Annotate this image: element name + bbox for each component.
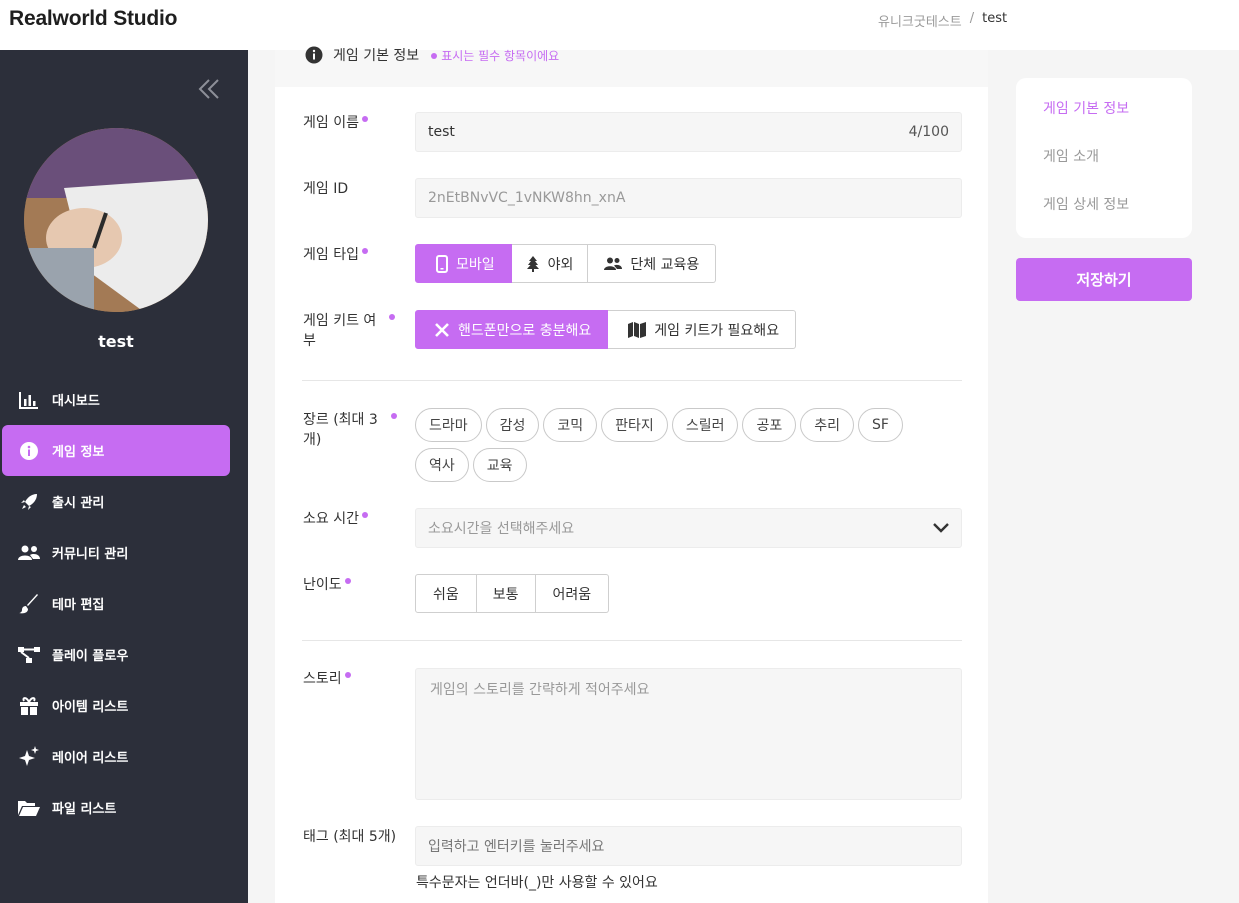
sidebar-item-files[interactable]: 파일 리스트 bbox=[2, 782, 230, 833]
collapse-sidebar-icon[interactable] bbox=[196, 76, 222, 102]
section-divider bbox=[302, 380, 962, 381]
tags-hint: 특수문자는 언더바(_)만 사용할 수 있어요 bbox=[416, 875, 658, 891]
toc-item-details[interactable]: 게임 상세 정보 bbox=[1016, 194, 1192, 242]
game-kit-label: 게임 키트 여 부 bbox=[303, 311, 396, 351]
app-logo[interactable]: Realworld Studio bbox=[9, 7, 178, 31]
game-info-form: 게임 기본 정보 표시는 필수 항목이에요 게임 이름 test 4/100 게… bbox=[275, 46, 988, 903]
sidebar-item-label: 게임 정보 bbox=[52, 445, 105, 460]
save-button[interactable]: 저장하기 bbox=[1016, 258, 1192, 301]
game-name-input[interactable]: test 4/100 bbox=[415, 112, 962, 152]
users-icon bbox=[604, 257, 623, 271]
sparkles-icon bbox=[18, 745, 40, 768]
users-icon bbox=[18, 542, 40, 564]
game-name-value: test bbox=[428, 124, 455, 140]
smartphone-icon bbox=[436, 254, 448, 273]
game-id-value: 2nEtBNvVC_1vNKW8hn_xnA bbox=[428, 190, 626, 206]
sidebar-item-label: 파일 리스트 bbox=[52, 802, 117, 817]
genre-chip-list: 드라마 감성 코믹 판타지 스릴러 공포 추리 SF 역사 교육 bbox=[415, 408, 955, 482]
game-kit-selector: 핸드폰만으로 충분해요 게임 키트가 필요해요 bbox=[415, 310, 797, 349]
gift-icon bbox=[18, 695, 40, 717]
sidebar-item-label: 플레이 플로우 bbox=[52, 649, 129, 664]
kit-option-kit-required[interactable]: 게임 키트가 필요해요 bbox=[608, 310, 797, 349]
chevron-down-icon bbox=[933, 523, 949, 533]
top-bar: Realworld Studio 유니크굿테스트 / test bbox=[0, 0, 1239, 50]
sidebar-nav: 대시보드 게임 정보 출시 관리 커뮤니티 관리 테마 편집 플레이 플로우 아… bbox=[2, 374, 230, 833]
sidebar-item-label: 대시보드 bbox=[52, 394, 100, 409]
sidebar-item-game-info[interactable]: 게임 정보 bbox=[2, 425, 230, 476]
genre-chip[interactable]: 감성 bbox=[485, 408, 540, 442]
breadcrumb: 유니크굿테스트 / test bbox=[878, 11, 1007, 30]
breadcrumb-current: test bbox=[982, 11, 1008, 26]
sidebar-item-items[interactable]: 아이템 리스트 bbox=[2, 680, 230, 731]
difficulty-option-easy[interactable]: 쉬움 bbox=[415, 574, 477, 613]
section-divider bbox=[302, 640, 962, 641]
difficulty-label: 난이도 bbox=[303, 575, 351, 595]
type-option-outdoor[interactable]: 야외 bbox=[511, 244, 589, 283]
toc-item-basic-info[interactable]: 게임 기본 정보 bbox=[1016, 98, 1192, 146]
sidebar-item-community[interactable]: 커뮤니티 관리 bbox=[2, 527, 230, 578]
genre-chip[interactable]: 코믹 bbox=[543, 408, 598, 442]
close-icon bbox=[434, 322, 450, 338]
genre-chip[interactable]: 스릴러 bbox=[671, 408, 739, 442]
sidebar-item-label: 아이템 리스트 bbox=[52, 700, 129, 715]
sidebar-item-release[interactable]: 출시 관리 bbox=[2, 476, 230, 527]
info-circle-icon bbox=[18, 440, 40, 462]
game-id-label: 게임 ID bbox=[303, 181, 349, 197]
duration-select[interactable]: 소요시간을 선택해주세요 bbox=[415, 508, 962, 548]
breadcrumb-parent[interactable]: 유니크굿테스트 bbox=[878, 11, 962, 30]
paintbrush-icon bbox=[18, 593, 40, 615]
tags-label: 태그 (최대 5개) bbox=[303, 829, 397, 845]
sidebar-item-layers[interactable]: 레이어 리스트 bbox=[2, 731, 230, 782]
sidebar-item-label: 레이어 리스트 bbox=[52, 751, 129, 766]
tags-placeholder: 입력하고 엔터키를 눌러주세요 bbox=[428, 839, 605, 855]
sidebar-item-label: 테마 편집 bbox=[52, 598, 105, 613]
section-title: 게임 기본 정보 bbox=[333, 48, 420, 64]
sidebar: test 대시보드 게임 정보 출시 관리 커뮤니티 관리 테마 편집 플레이 … bbox=[0, 50, 248, 903]
duration-placeholder: 소요시간을 선택해주세요 bbox=[428, 521, 575, 537]
toc-item-introduction[interactable]: 게임 소개 bbox=[1016, 146, 1192, 194]
game-type-selector: 모바일 야외 단체 교육용 bbox=[415, 244, 717, 283]
genre-chip[interactable]: 교육 bbox=[472, 448, 527, 482]
game-id-field: 2nEtBNvVC_1vNKW8hn_xnA bbox=[415, 178, 962, 218]
game-name-label: 게임 이름 bbox=[303, 113, 368, 133]
duration-label: 소요 시간 bbox=[303, 509, 368, 529]
genre-chip[interactable]: 드라마 bbox=[415, 408, 482, 442]
username: test bbox=[98, 332, 134, 351]
breadcrumb-separator: / bbox=[969, 11, 975, 26]
flow-icon bbox=[18, 644, 40, 666]
rocket-icon bbox=[18, 491, 40, 513]
avatar bbox=[24, 128, 208, 312]
genre-chip[interactable]: SF bbox=[857, 408, 903, 442]
sidebar-item-dashboard[interactable]: 대시보드 bbox=[2, 374, 230, 425]
tags-input[interactable]: 입력하고 엔터키를 눌러주세요 bbox=[415, 826, 962, 866]
difficulty-option-normal[interactable]: 보통 bbox=[476, 574, 536, 613]
section-header: 게임 기본 정보 표시는 필수 항목이에요 bbox=[275, 46, 988, 87]
section-toc: 게임 기본 정보 게임 소개 게임 상세 정보 bbox=[1016, 78, 1192, 238]
genre-chip[interactable]: 추리 bbox=[800, 408, 854, 442]
kit-option-phone-only[interactable]: 핸드폰만으로 충분해요 bbox=[415, 310, 609, 349]
genre-label: 장르 (최대 3 개) bbox=[303, 410, 397, 450]
chart-bar-icon bbox=[18, 389, 40, 411]
difficulty-selector: 쉬움 보통 어려움 bbox=[415, 574, 610, 613]
char-counter: 4/100 bbox=[908, 124, 949, 140]
type-option-mobile[interactable]: 모바일 bbox=[415, 244, 512, 283]
genre-chip[interactable]: 판타지 bbox=[601, 408, 668, 442]
required-note: 표시는 필수 항목이에요 bbox=[431, 47, 559, 64]
sidebar-item-play-flow[interactable]: 플레이 플로우 bbox=[2, 629, 230, 680]
genre-chip[interactable]: 공포 bbox=[742, 408, 797, 442]
sidebar-item-label: 출시 관리 bbox=[52, 496, 105, 511]
type-option-group-education[interactable]: 단체 교육용 bbox=[588, 244, 717, 283]
story-label: 스토리 bbox=[303, 669, 351, 689]
difficulty-option-hard[interactable]: 어려움 bbox=[535, 574, 610, 613]
sidebar-item-label: 커뮤니티 관리 bbox=[52, 547, 129, 562]
sidebar-item-theme[interactable]: 테마 편집 bbox=[2, 578, 230, 629]
folder-open-icon bbox=[18, 797, 40, 819]
game-type-label: 게임 타입 bbox=[303, 245, 368, 265]
map-icon bbox=[628, 321, 647, 338]
genre-chip[interactable]: 역사 bbox=[415, 448, 469, 482]
story-textarea[interactable]: 게임의 스토리를 간략하게 적어주세요 bbox=[415, 668, 962, 800]
tree-icon bbox=[526, 255, 540, 272]
info-circle-icon bbox=[305, 46, 323, 64]
